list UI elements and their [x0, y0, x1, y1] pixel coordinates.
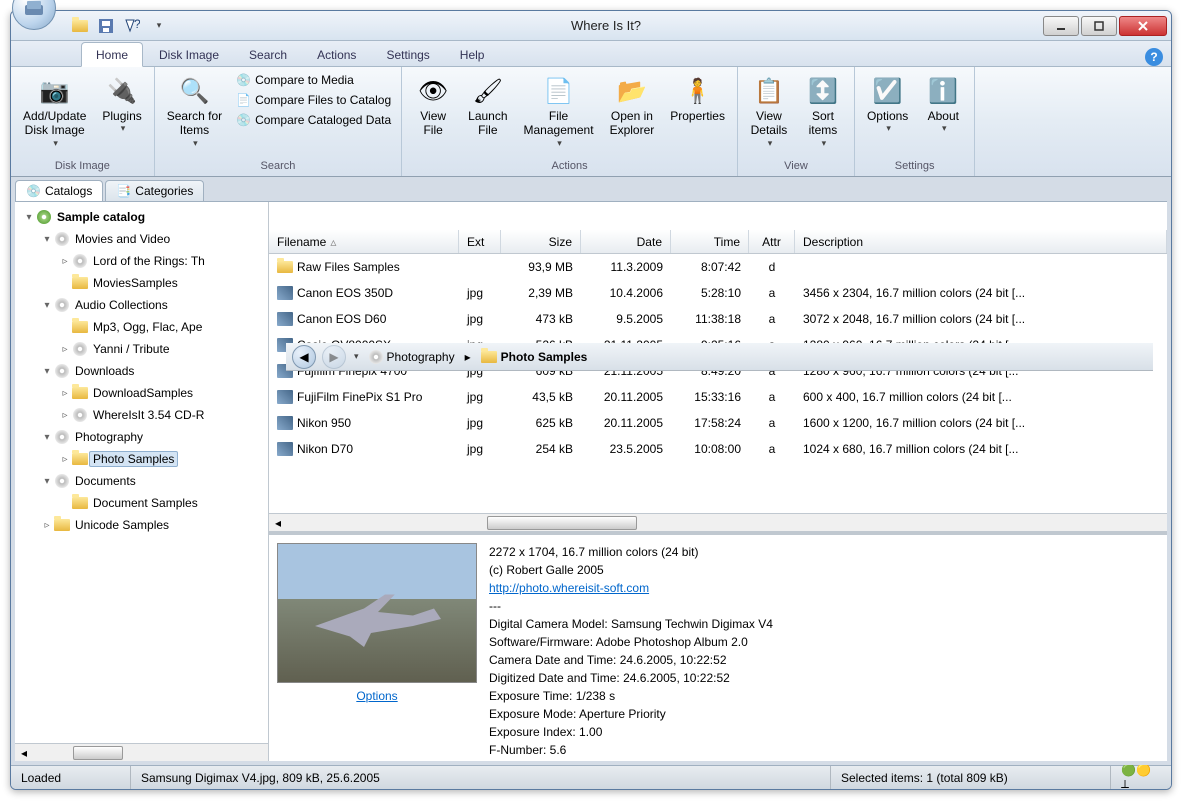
tree-item[interactable]: ▾Photography — [15, 426, 268, 448]
tree-item[interactable]: Mp3, Ogg, Flac, Ape — [15, 316, 268, 338]
file-management-button[interactable]: 📄FileManagement▾ — [518, 71, 600, 153]
tree-panel: ▾Sample catalog▾Movies and Video▹Lord of… — [15, 202, 269, 761]
status-file: Samsung Digimax V4.jpg, 809 kB, 25.6.200… — [131, 766, 831, 789]
preview-url-link[interactable]: http://photo.whereisit-soft.com — [489, 579, 1159, 597]
table-row[interactable]: Canon EOS D60jpg473 kB9.5.200511:38:18a3… — [269, 306, 1167, 332]
qat-open-icon[interactable] — [69, 15, 91, 37]
app-menu-button[interactable] — [12, 10, 56, 30]
tree-item[interactable]: ▹DownloadSamples — [15, 382, 268, 404]
tree-item[interactable]: ▹Yanni / Tribute — [15, 338, 268, 360]
group-search-label: Search — [161, 158, 395, 174]
tab-settings[interactable]: Settings — [372, 43, 443, 66]
title-bar: ? ▾ Where Is It? — [11, 11, 1171, 41]
tree-hscrollbar[interactable]: ◂ — [15, 743, 268, 761]
folder-icon — [481, 351, 497, 363]
tab-actions[interactable]: Actions — [303, 43, 370, 66]
preview-thumbnail — [277, 543, 477, 683]
compare-cataloged-data-button[interactable]: 💿 Compare Cataloged Data — [232, 111, 395, 129]
nav-tab-categories[interactable]: 📑 Categories — [105, 180, 204, 201]
minimize-button[interactable] — [1043, 16, 1079, 36]
tree-item[interactable]: ▾Audio Collections — [15, 294, 268, 316]
table-row[interactable]: Nikon 950jpg625 kB20.11.200517:58:24a160… — [269, 410, 1167, 436]
grid-hscrollbar[interactable]: ◂ — [269, 513, 1167, 531]
status-loaded: Loaded — [11, 766, 131, 789]
table-row[interactable]: FujiFilm FinePix S1 Projpg43,5 kB20.11.2… — [269, 384, 1167, 410]
ribbon-tabs: Home Disk Image Search Actions Settings … — [11, 41, 1171, 67]
col-size[interactable]: Size — [501, 230, 581, 253]
tab-help[interactable]: Help — [446, 43, 499, 66]
tree-item[interactable]: Document Samples — [15, 492, 268, 514]
grid-body[interactable]: Raw Files Samples93,9 MB11.3.20098:07:42… — [269, 254, 1167, 513]
col-date[interactable]: Date — [581, 230, 671, 253]
sort-items-button[interactable]: ↕️Sortitems▾ — [798, 71, 848, 153]
tree-item[interactable]: ▹WhereIsIt 3.54 CD-R — [15, 404, 268, 426]
col-description[interactable]: Description — [795, 230, 1167, 253]
search-for-items-button[interactable]: 🔍 Search forItems▾ — [161, 71, 228, 153]
preview-panel: Options 2272 x 1704, 16.7 million colors… — [269, 531, 1167, 761]
ribbon-help-icon[interactable]: ? — [1145, 48, 1163, 66]
tab-disk-image[interactable]: Disk Image — [145, 43, 233, 66]
grid-header: Filename ▵ Ext Size Date Time Attr Descr… — [269, 230, 1167, 254]
window-title: Where Is It? — [169, 18, 1043, 33]
tree-item[interactable]: ▾Downloads — [15, 360, 268, 382]
plugins-button[interactable]: 🔌 Plugins▾ — [96, 71, 147, 138]
catalog-tree[interactable]: ▾Sample catalog▾Movies and Video▹Lord of… — [15, 202, 268, 743]
tree-item[interactable]: ▹Lord of the Rings: Th — [15, 250, 268, 272]
tree-item[interactable]: ▹Unicode Samples — [15, 514, 268, 536]
tab-home[interactable]: Home — [81, 42, 143, 67]
maximize-button[interactable] — [1081, 16, 1117, 36]
tree-item[interactable]: ▹Photo Samples — [15, 448, 268, 470]
disc-icon — [369, 350, 383, 364]
view-file-button[interactable]: 👁ViewFile — [408, 71, 458, 142]
crumb-photo-samples[interactable]: Photo Samples — [477, 348, 592, 366]
nav-forward-button[interactable]: ▶ — [322, 345, 346, 369]
nav-back-button[interactable]: ◀ — [292, 345, 316, 369]
group-settings-label: Settings — [861, 158, 968, 174]
col-ext[interactable]: Ext — [459, 230, 501, 253]
tree-item[interactable]: ▾Documents — [15, 470, 268, 492]
properties-button[interactable]: 🧍Properties — [664, 71, 731, 127]
about-button[interactable]: ℹ️About▾ — [918, 71, 968, 138]
breadcrumb: ◀ ▶ ▾ Photography ▸ Photo Samples — [286, 343, 1153, 371]
ribbon: 📷 Add/UpdateDisk Image▾ 🔌 Plugins▾ Disk … — [11, 67, 1171, 177]
qat-customize-icon[interactable]: ▾ — [147, 15, 169, 37]
qat-help-icon[interactable]: ? — [121, 15, 143, 37]
status-indicators: 🟢🟡 ⟂ — [1111, 766, 1171, 789]
nav-history-dropdown[interactable]: ▾ — [354, 351, 359, 362]
preview-metadata: 2272 x 1704, 16.7 million colors (24 bit… — [489, 543, 1159, 753]
nav-tab-catalogs[interactable]: 💿 Catalogs — [15, 180, 103, 201]
tree-item[interactable]: MoviesSamples — [15, 272, 268, 294]
close-button[interactable] — [1119, 16, 1167, 36]
group-view-label: View — [744, 158, 848, 174]
qat-save-icon[interactable] — [95, 15, 117, 37]
open-in-explorer-button[interactable]: 📂Open inExplorer — [604, 71, 661, 142]
col-filename[interactable]: Filename ▵ — [269, 230, 459, 253]
crumb-photography[interactable]: Photography — [365, 348, 459, 366]
status-selected: Selected items: 1 (total 809 kB) — [831, 766, 1111, 789]
add-update-disk-image-button[interactable]: 📷 Add/UpdateDisk Image▾ — [17, 71, 92, 153]
preview-options-link[interactable]: Options — [356, 689, 397, 703]
tree-item[interactable]: ▾Sample catalog — [15, 206, 268, 228]
options-button[interactable]: ☑️Options▾ — [861, 71, 914, 138]
svg-text:?: ? — [134, 18, 140, 31]
table-row[interactable]: Nikon D70jpg254 kB23.5.200510:08:00a1024… — [269, 436, 1167, 462]
tab-search[interactable]: Search — [235, 43, 301, 66]
compare-files-to-catalog-button[interactable]: 📄 Compare Files to Catalog — [232, 91, 395, 109]
status-bar: Loaded Samsung Digimax V4.jpg, 809 kB, 2… — [11, 765, 1171, 789]
launch-file-button[interactable]: 🖌LaunchFile — [462, 71, 513, 142]
col-time[interactable]: Time — [671, 230, 749, 253]
group-disk-image-label: Disk Image — [17, 158, 148, 174]
view-details-button[interactable]: 📋ViewDetails▾ — [744, 71, 794, 153]
compare-to-media-button[interactable]: 💿 Compare to Media — [232, 71, 395, 89]
tree-item[interactable]: ▾Movies and Video — [15, 228, 268, 250]
col-attr[interactable]: Attr — [749, 230, 795, 253]
group-actions-label: Actions — [408, 158, 731, 174]
table-row[interactable]: Raw Files Samples93,9 MB11.3.20098:07:42… — [269, 254, 1167, 280]
table-row[interactable]: Canon EOS 350Djpg2,39 MB10.4.20065:28:10… — [269, 280, 1167, 306]
